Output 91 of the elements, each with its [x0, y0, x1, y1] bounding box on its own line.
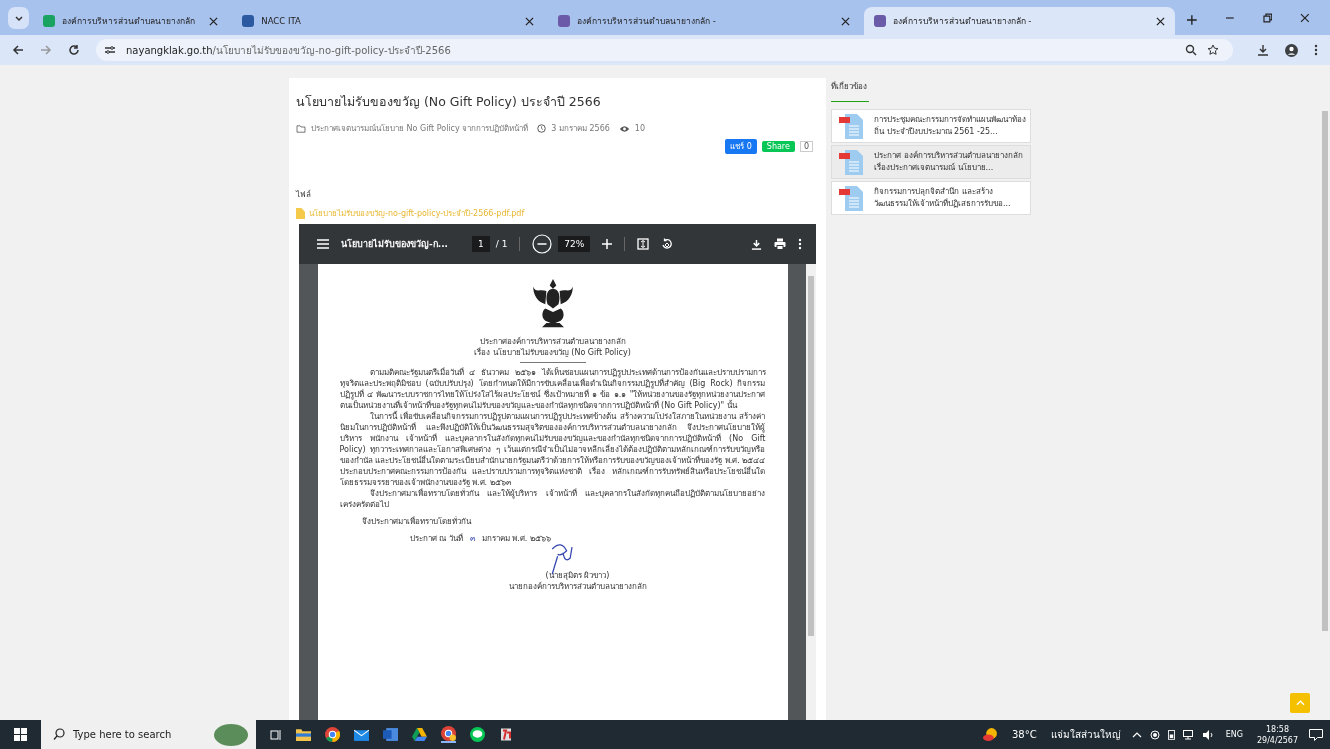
related-heading: ที่เกี่ยวข้อง: [831, 80, 868, 93]
more-menu-icon[interactable]: [798, 238, 802, 250]
notification-icon[interactable]: [1309, 728, 1323, 741]
browser-profile-app-icon[interactable]: [441, 726, 456, 743]
zoom-icon[interactable]: [1185, 44, 1197, 56]
zoom-out-icon[interactable]: [532, 234, 553, 254]
files-label: ไฟล์: [296, 189, 312, 201]
chat-app-icon[interactable]: [470, 727, 485, 742]
restore-icon[interactable]: [1262, 13, 1273, 23]
windows-start-icon[interactable]: [14, 728, 27, 741]
browser-tab[interactable]: องค์การบริหารส่วนตำบลนายางกลัก -: [863, 7, 1176, 35]
site-favicon-icon: [557, 15, 570, 27]
input-language[interactable]: ENG: [1225, 730, 1243, 739]
article-title: นโยบายไม่รับของขวัญ (No Gift Policy) ประจำปี 2566: [296, 93, 602, 111]
new-tab-icon[interactable]: [1187, 15, 1197, 25]
search-icon: [53, 728, 65, 740]
browser-tab[interactable]: NACC ITA: [232, 7, 544, 35]
facebook-share-button[interactable]: แชร์ 0: [725, 139, 757, 154]
address-field[interactable]: nayangklak.go.th/นโยบายไม่รับของขวัญ-no-gift-policy-ประจำปี-2566: [96, 39, 1233, 61]
handwritten-day: ๓: [469, 533, 475, 544]
more-menu-icon[interactable]: [1314, 44, 1318, 56]
document-file-icon: [838, 113, 864, 139]
page-number-field[interactable]: 1: [472, 236, 490, 252]
zoom-in-icon[interactable]: [602, 239, 613, 249]
drive-app-icon[interactable]: [412, 728, 427, 741]
close-icon[interactable]: [1156, 16, 1166, 26]
document-paragraph: จึงประกาศมาเพื่อทราบโดยทั่วกัน: [360, 516, 472, 527]
close-icon[interactable]: [209, 16, 219, 26]
document-heading: ประกาศองค์การบริหารส่วนตำบลนายางกลัก: [479, 336, 626, 347]
share-count: 0: [799, 141, 813, 152]
chevron-up-icon[interactable]: [1131, 731, 1142, 738]
announcement-month-year: มกราคม พ.ศ. ๒๕๖๖: [481, 533, 551, 544]
folder-icon: [296, 124, 306, 133]
pdf-title: นโยบายไม่รับของขวัญ-ก...: [341, 238, 448, 251]
speaker-icon[interactable]: [1202, 729, 1215, 740]
category-link[interactable]: ประกาศเจตนารมณ์นโยบาย No Gift Policy จากการปฏิบัติหน้าที่: [311, 122, 529, 135]
chevron-up-icon: [1295, 700, 1305, 706]
related-post-item[interactable]: ประกาศ องค์การบริหารส่วนตำบลนายางกลัก เรื่องประกาศเจตนารมณ์ นโยบาย...: [831, 145, 1031, 179]
app-icon[interactable]: [499, 727, 513, 742]
announcement-date-label: ประกาศ ณ วันที่: [409, 533, 463, 544]
document-file-icon: [838, 185, 864, 211]
profile-avatar-icon[interactable]: [1285, 43, 1298, 57]
browser-app-icon[interactable]: [325, 727, 340, 742]
fit-page-icon[interactable]: [637, 238, 650, 250]
clock-date[interactable]: 29/4/2567: [1256, 734, 1298, 746]
close-icon[interactable]: [840, 16, 850, 26]
word-app-icon[interactable]: [383, 727, 398, 742]
page-total: / 1: [495, 239, 508, 249]
reload-icon[interactable]: [68, 44, 80, 56]
site-favicon-icon: [873, 15, 886, 27]
bookmark-star-icon[interactable]: [1207, 44, 1219, 56]
browser-tab[interactable]: องค์การบริหารส่วนตำบลนายางกลัก: [33, 7, 229, 35]
document-paragraph: จึงประกาศมาเพื่อทราบโดยทั่วกัน และให้ผู้บริหาร เจ้าหน้าที่ และบุคลากรในสังกัดทุกคนถือปฏิบัติตามนโยบายอย่างเคร่งครัดต่อไป: [339, 488, 766, 510]
download-icon[interactable]: [751, 238, 762, 250]
clock-icon: [537, 124, 547, 133]
related-post-item[interactable]: การประชุมคณะกรรมการจัดทำแผนพัฒนาท้องถิ่น ประจำปีงบประมาณ 2561 -25...: [831, 109, 1031, 143]
taskbar-search-field[interactable]: Type here to search: [41, 720, 256, 749]
scrollbar[interactable]: [806, 264, 816, 720]
temperature-text[interactable]: 38°C: [1012, 729, 1037, 740]
clock-time[interactable]: 18:58: [1265, 723, 1289, 735]
rotate-icon[interactable]: [661, 238, 674, 250]
related-post-item[interactable]: กิจกรรมการปลุกจิตสำนึก และสร้างวัฒนธรรมให้เจ้าหน้าที่ปฏิเสธการรับขอ...: [831, 181, 1031, 215]
back-icon[interactable]: [12, 44, 24, 56]
document-file-icon: [838, 149, 864, 175]
network-icon[interactable]: [1182, 729, 1195, 740]
signer-title: นายกองค์การบริหารส่วนตำบลนายางกลัก: [508, 581, 647, 592]
mail-icon[interactable]: [354, 728, 369, 741]
close-icon[interactable]: [524, 16, 534, 26]
folder-icon[interactable]: [296, 728, 311, 741]
document-subject: เรื่อง นโยบายไม่รับของขวัญ (No Gift Policy): [474, 347, 631, 358]
print-icon[interactable]: [774, 238, 786, 250]
chevron-down-icon: [13, 13, 24, 23]
tab-search-button[interactable]: [8, 7, 30, 29]
download-icon[interactable]: [1257, 44, 1269, 56]
site-favicon-icon: [43, 15, 56, 27]
location-icon[interactable]: [1149, 729, 1160, 740]
eye-icon: [618, 124, 630, 133]
weather-text[interactable]: แจ่มใสส่วนใหญ่: [1050, 727, 1121, 742]
menu-icon[interactable]: [317, 239, 329, 249]
task-view-icon[interactable]: [270, 728, 282, 741]
post-date: 3 มกราคม 2566: [551, 123, 610, 135]
file-icon: [296, 208, 305, 219]
site-favicon-icon: [242, 15, 255, 27]
zoom-level-field[interactable]: 72%: [558, 236, 591, 252]
browser-tab[interactable]: องค์การบริหารส่วนตำบลนายางกลัก -: [547, 7, 860, 35]
signer-name: (นายสุมิตร ผิวขาว): [545, 570, 610, 581]
site-info-icon[interactable]: [104, 44, 116, 56]
view-count: 10: [634, 124, 646, 133]
battery-icon[interactable]: [1167, 729, 1175, 740]
close-icon[interactable]: [1300, 13, 1310, 23]
weather-icon[interactable]: [983, 727, 998, 742]
